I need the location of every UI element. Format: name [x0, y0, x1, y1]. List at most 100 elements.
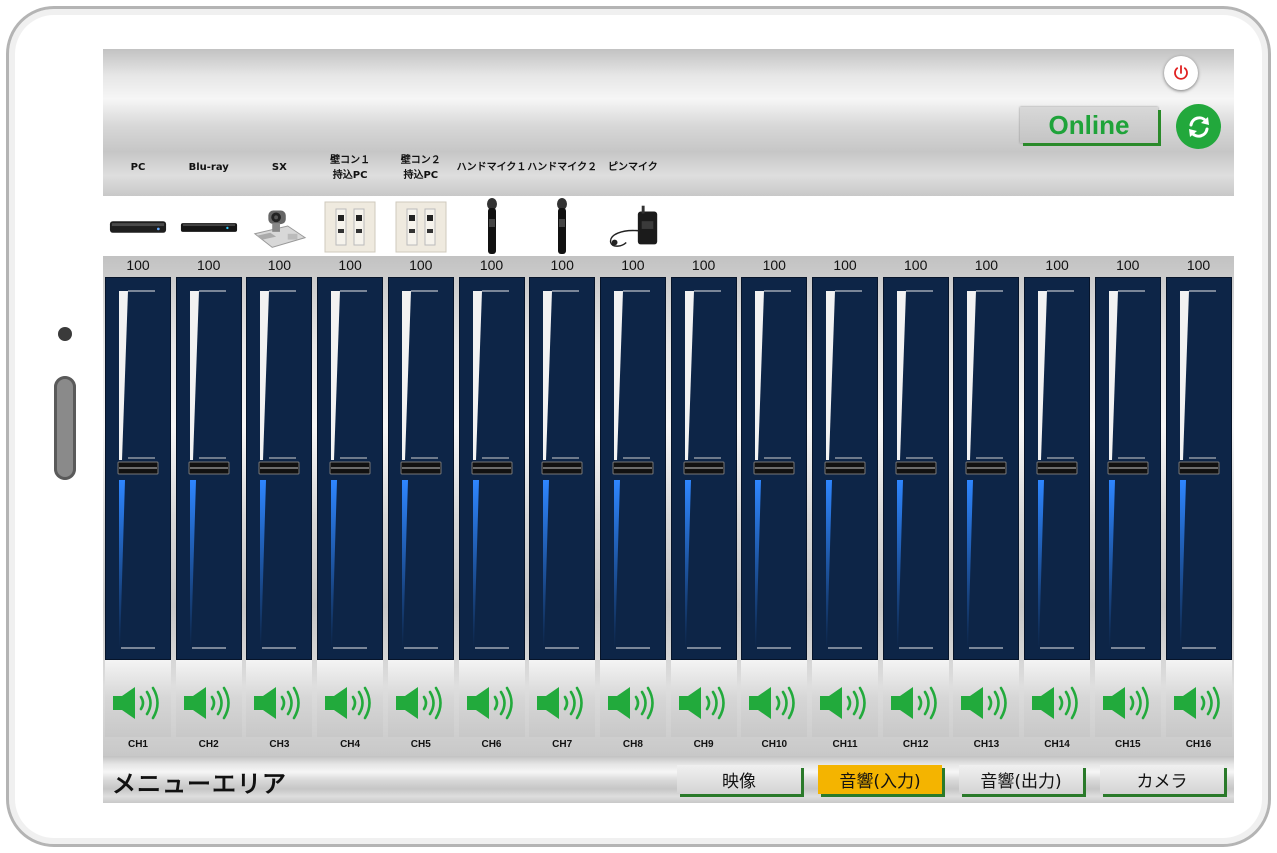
level-meter — [896, 480, 903, 648]
fader-track-upper — [826, 291, 835, 460]
tab-audio-output[interactable]: 音響(出力) — [959, 765, 1083, 794]
device-label: PC — [103, 160, 173, 175]
channel-fader-panel[interactable] — [529, 277, 596, 660]
level-meter — [826, 480, 832, 648]
level-meter — [260, 480, 267, 648]
channel-name: CH5 — [410, 739, 431, 750]
channel-name: CH1 — [127, 739, 148, 750]
mute-button[interactable] — [817, 685, 873, 721]
channel-mute-area — [670, 660, 737, 737]
device-label-line1: PC — [130, 162, 146, 173]
online-status-button[interactable]: Online — [1020, 107, 1158, 143]
channel-fader-panel[interactable] — [458, 277, 525, 660]
channel-value: 100 — [833, 257, 857, 273]
channel-value: 100 — [267, 257, 292, 273]
channel-mute-area — [317, 660, 384, 737]
channel-fader-panel[interactable] — [1024, 277, 1091, 660]
level-meter — [1179, 480, 1186, 648]
channel-fader-panel[interactable] — [317, 277, 384, 660]
channel-fader-panel[interactable] — [246, 277, 313, 660]
mute-button[interactable] — [464, 685, 520, 721]
speaker-on-icon — [113, 686, 159, 720]
refresh-button[interactable] — [1176, 104, 1221, 149]
speaker-on-icon — [254, 686, 301, 720]
channel-fader-panel[interactable] — [1094, 277, 1161, 660]
level-meter — [967, 480, 974, 648]
channel-fader-panel[interactable] — [882, 277, 949, 660]
tablet-home-button — [54, 376, 76, 480]
channel-value: 100 — [197, 257, 221, 273]
device-label: ハンドマイク２ — [527, 160, 597, 175]
channel-fader-panel[interactable] — [1165, 277, 1232, 660]
channel-mute-area — [953, 660, 1020, 737]
channel-value: 100 — [621, 257, 645, 273]
channel-fader-panel[interactable] — [599, 277, 666, 660]
menu-title: メニューエリア — [112, 770, 287, 798]
channel-fader-panel[interactable] — [741, 277, 808, 660]
channel-name: CH16 — [1185, 739, 1212, 750]
speaker-on-icon — [395, 686, 442, 720]
channel-strip: 100 CH4 — [315, 256, 385, 756]
device-label: 壁コン１ 持込PC — [315, 153, 385, 183]
device-label: SX — [244, 160, 314, 175]
level-meter — [684, 480, 691, 648]
channel-name: CH12 — [902, 739, 929, 750]
channel-name: CH6 — [481, 739, 502, 750]
speaker-on-icon — [1032, 686, 1078, 720]
fader-track-upper — [1179, 291, 1189, 460]
mute-button[interactable] — [888, 685, 944, 721]
device-label-line2: 持込PC — [403, 170, 439, 181]
channel-strip: 100 CH12 — [881, 256, 951, 756]
speaker-on-icon — [325, 686, 371, 720]
mute-button[interactable] — [181, 685, 237, 721]
channel-strip: 100 CH8 — [598, 256, 668, 756]
mute-button[interactable] — [746, 685, 802, 721]
fader-track-upper — [896, 291, 906, 460]
mute-button[interactable] — [1029, 685, 1085, 721]
channel-fader-panel[interactable] — [105, 277, 171, 660]
device-label-line1: ハンドマイク２ — [527, 162, 598, 173]
channel-mute-area — [246, 660, 313, 737]
channel-value: 100 — [691, 257, 716, 273]
mute-button[interactable] — [1171, 685, 1227, 721]
mute-button[interactable] — [534, 685, 590, 721]
mute-button[interactable] — [605, 685, 661, 721]
channel-fader-panel[interactable] — [175, 277, 242, 660]
channel-fader-panel[interactable] — [387, 277, 454, 660]
channel-value: 100 — [1186, 257, 1211, 273]
channel-fader-panel[interactable] — [953, 277, 1020, 660]
mute-button[interactable] — [1100, 685, 1156, 721]
channel-name: CH2 — [198, 739, 219, 750]
fader-track-upper — [119, 291, 128, 460]
tab-video[interactable]: 映像 — [677, 765, 801, 794]
fader-track-upper — [1038, 291, 1048, 460]
tab-audio-input[interactable]: 音響(入力) — [818, 765, 942, 794]
mute-button[interactable] — [393, 685, 449, 721]
power-button[interactable] — [1164, 56, 1198, 90]
mute-button[interactable] — [110, 685, 166, 721]
online-label: Online — [1048, 109, 1130, 140]
mute-button[interactable] — [322, 685, 378, 721]
channel-strip: 100 CH16 — [1164, 256, 1234, 756]
mute-button[interactable] — [958, 685, 1014, 721]
channel-name: CH4 — [340, 739, 361, 750]
channel-value: 100 — [974, 257, 999, 273]
channel-fader-panel[interactable] — [812, 277, 878, 660]
fader-track-upper — [684, 291, 694, 460]
device-label: Blu-ray — [174, 160, 244, 175]
mute-button[interactable] — [251, 685, 307, 721]
tab-camera[interactable]: カメラ — [1100, 765, 1224, 794]
tablet-camera — [58, 327, 72, 341]
channel-fader-panel[interactable] — [670, 277, 737, 660]
level-meter — [755, 480, 762, 648]
app-screen: Online PC Blu-ray SX 壁コン１ 持込PC 壁コン２ 持込PC ハンドマイク… — [103, 49, 1234, 803]
header-bar: Online PC Blu-ray SX 壁コン１ 持込PC 壁コン２ 持込PC ハンドマイク… — [103, 49, 1234, 196]
mute-button[interactable] — [676, 685, 732, 721]
level-meter — [1108, 480, 1115, 648]
fader-track-upper — [613, 291, 623, 460]
pc-icon — [108, 199, 168, 255]
mixer-panel: 100 CH1 100 CH2 100 CH3 100 CH4 100 CH5 100 CH6 100 C… — [103, 256, 1234, 756]
channel-mute-area — [1165, 660, 1232, 737]
wall-panel-icon — [320, 199, 380, 255]
conference-camera-icon — [249, 199, 309, 255]
